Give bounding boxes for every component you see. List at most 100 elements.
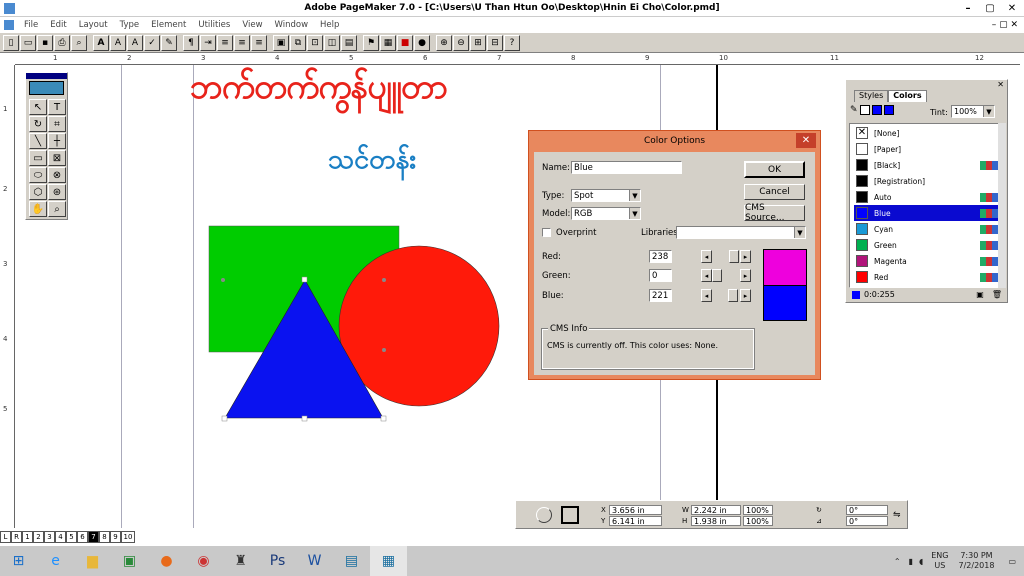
page-tab[interactable]: 5 — [66, 531, 77, 543]
photos-icon[interactable]: ▤ — [333, 546, 370, 576]
word-icon[interactable]: W — [296, 546, 333, 576]
polygon-tool-icon[interactable]: ⬡ — [29, 184, 47, 200]
ellipse-tool-icon[interactable]: ⬭ — [29, 167, 47, 183]
align-center-icon[interactable]: ≡ — [234, 34, 250, 51]
red-slider[interactable]: ◂ ▸ — [701, 250, 751, 263]
blue-slider-thumb[interactable] — [728, 289, 738, 302]
selection-handle[interactable] — [301, 276, 308, 283]
ellipse-frame-tool-icon[interactable]: ⊗ — [48, 167, 66, 183]
menu-edit[interactable]: Edit — [44, 20, 72, 30]
zoom-out-icon[interactable]: ⊖ — [453, 34, 469, 51]
arrow-left-icon[interactable]: ◂ — [701, 289, 712, 302]
zoom-tool-icon[interactable]: ⌕ — [48, 201, 66, 217]
overprint-checkbox[interactable] — [542, 228, 551, 237]
red-slider-thumb[interactable] — [729, 250, 739, 263]
document-headline[interactable]: ဘက်တက်ကွန်ပျူတာ — [190, 65, 630, 109]
red-slider-track[interactable] — [712, 250, 740, 263]
photoshop-icon[interactable]: Ps — [259, 546, 296, 576]
swatch-row[interactable]: ✕ [None] — [854, 125, 1002, 141]
page-tab[interactable]: R — [11, 531, 22, 543]
fit-window-icon[interactable]: ⊟ — [487, 34, 503, 51]
language-indicator[interactable]: ENG US — [931, 551, 948, 571]
internet-explorer-icon[interactable]: e — [37, 546, 74, 576]
arrow-right-icon[interactable]: ▸ — [740, 289, 751, 302]
type-dropdown[interactable]: Spot ▼ — [571, 189, 641, 202]
swatch-row[interactable]: [Registration] — [854, 173, 1002, 189]
group-icon[interactable]: ⧉ — [290, 34, 306, 51]
save-icon[interactable]: ▪ — [37, 34, 53, 51]
lock-icon[interactable]: ⊡ — [307, 34, 323, 51]
cancel-button[interactable]: Cancel — [744, 184, 805, 200]
align-right-icon[interactable]: ≡ — [251, 34, 267, 51]
green-value-field[interactable]: 0 — [649, 269, 672, 282]
swatch-row[interactable]: Green — [854, 237, 1002, 253]
cms-source-button[interactable]: CMS Source... — [744, 203, 805, 223]
find-icon[interactable]: ⌕ — [71, 34, 87, 51]
menu-type[interactable]: Type — [114, 20, 146, 30]
frame-icon[interactable]: ▣ — [273, 34, 289, 51]
menu-window[interactable]: Window — [269, 20, 315, 30]
ok-button[interactable]: OK — [744, 161, 805, 178]
print-icon[interactable]: ⎙ — [54, 34, 70, 51]
new-color-icon[interactable]: ▣ — [976, 290, 984, 299]
trash-icon[interactable]: 🗑 — [992, 290, 1002, 299]
rectangle-frame-tool-icon[interactable]: ⊠ — [48, 150, 66, 166]
clock[interactable]: 7:30 PM 7/2/2018 — [959, 551, 995, 571]
scale-w-field[interactable]: 100% — [743, 505, 773, 515]
firefox-icon[interactable]: ● — [148, 546, 185, 576]
font-a-icon[interactable]: A — [93, 34, 109, 51]
menu-layout[interactable]: Layout — [73, 20, 114, 30]
page-tab[interactable]: 9 — [110, 531, 121, 543]
swatch-row[interactable]: [Paper] — [854, 141, 1002, 157]
arrow-right-icon[interactable]: ▸ — [740, 250, 751, 263]
page-tab[interactable]: 4 — [55, 531, 66, 543]
h-field[interactable]: 1.938 in — [691, 516, 741, 526]
menu-file[interactable]: File — [18, 20, 44, 30]
rotation-field[interactable]: 0° — [846, 505, 888, 515]
page-tab[interactable]: 3 — [44, 531, 55, 543]
blue-slider[interactable]: ◂ ▸ — [701, 289, 751, 302]
page-tab[interactable]: 2 — [33, 531, 44, 543]
windows-start-icon[interactable]: ⊞ — [0, 546, 37, 576]
mask-icon[interactable]: ◫ — [324, 34, 340, 51]
page-tab[interactable]: 1 — [22, 531, 33, 543]
selection-handle[interactable] — [380, 415, 387, 422]
fill-icon[interactable] — [871, 105, 882, 115]
selection-handle[interactable] — [382, 348, 386, 352]
help-icon[interactable]: ? — [504, 34, 520, 51]
maximize-button[interactable]: ▢ — [980, 1, 1000, 15]
spellcheck-icon[interactable]: ✓ — [144, 34, 160, 51]
selection-handle[interactable] — [221, 415, 228, 422]
hyperlink-icon[interactable]: ⚑ — [363, 34, 379, 51]
game-icon[interactable]: ♜ — [222, 546, 259, 576]
document-subheading[interactable]: သင်တန်း — [328, 140, 488, 180]
tray-chevron-icon[interactable]: ⌃ — [894, 557, 901, 566]
font-size-up-icon[interactable]: A — [110, 34, 126, 51]
vertical-ruler[interactable]: 1 2 3 4 5 — [0, 65, 15, 528]
align-left-icon[interactable]: ≡ — [217, 34, 233, 51]
polygon-frame-tool-icon[interactable]: ⊛ — [48, 184, 66, 200]
page-tab[interactable]: 6 — [77, 531, 88, 543]
rotate-tool-icon[interactable]: ↻ — [29, 116, 47, 132]
red-value-field[interactable]: 238 — [649, 250, 672, 263]
x-field[interactable]: 3.656 in — [609, 505, 662, 515]
swatch-row[interactable]: Cyan — [854, 221, 1002, 237]
swatch-row[interactable]: [Black] — [854, 157, 1002, 173]
shapes-group[interactable] — [205, 222, 505, 424]
swatch-row[interactable]: Red — [854, 269, 1002, 285]
flip-icon[interactable]: ⇋ — [893, 510, 901, 520]
green-slider-thumb[interactable] — [712, 269, 722, 282]
red-circle[interactable] — [338, 245, 500, 407]
web-icon[interactable]: ● — [414, 34, 430, 51]
pagemaker-app-icon[interactable] — [4, 3, 15, 14]
swatch-row[interactable]: Auto — [854, 189, 1002, 205]
blue-value-field[interactable]: 221 — [649, 289, 672, 302]
notifications-icon[interactable]: ▭ — [1008, 557, 1016, 566]
tab-colors[interactable]: Colors — [888, 90, 927, 102]
palette-close-icon[interactable]: ✕ — [997, 80, 1004, 90]
rectangle-tool-icon[interactable]: ▭ — [29, 150, 47, 166]
media-icon[interactable]: ◉ — [185, 546, 222, 576]
blue-slider-track[interactable] — [712, 289, 740, 302]
arrow-right-icon[interactable]: ▸ — [740, 269, 751, 282]
swatch-row[interactable]: Magenta — [854, 253, 1002, 269]
